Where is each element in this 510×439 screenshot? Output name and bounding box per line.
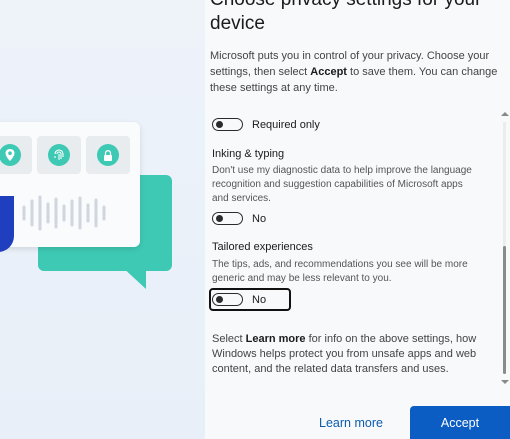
tailored-experiences-toggle[interactable] xyxy=(212,293,243,306)
location-pin-icon xyxy=(0,144,21,166)
scroll-up-arrow-icon[interactable] xyxy=(501,112,509,116)
inking-typing-toggle[interactable] xyxy=(212,212,243,225)
toggle-knob xyxy=(216,295,223,303)
location-tile xyxy=(0,136,32,174)
chat-bubble-tail xyxy=(120,265,146,289)
tailored-experiences-heading: Tailored experiences xyxy=(212,241,313,253)
fingerprint-tile xyxy=(37,136,81,174)
scroll-thumb[interactable] xyxy=(503,246,506,374)
page-title: Choose privacy settings for your device xyxy=(210,0,481,34)
note-text-learn-more: Learn more xyxy=(245,333,306,345)
toggle-knob xyxy=(216,120,223,128)
lock-icon xyxy=(97,144,119,166)
lock-tile xyxy=(86,136,130,174)
tailored-experiences-toggle-label: No xyxy=(252,294,267,306)
diagnostic-data-toggle-label: Required only xyxy=(252,119,320,131)
scrollbar[interactable] xyxy=(500,112,510,384)
toggle-knob xyxy=(216,214,223,222)
scroll-down-arrow-icon[interactable] xyxy=(501,380,509,384)
shield-icon xyxy=(0,196,14,252)
inking-typing-description: Don't use my diagnostic data to help imp… xyxy=(212,165,472,204)
diagnostic-data-toggle[interactable] xyxy=(212,118,243,131)
inking-typing-toggle-label: No xyxy=(252,213,267,225)
tailored-experiences-description: The tips, ads, and recommendations you s… xyxy=(212,259,468,284)
learn-more-note: Select Learn more for info on the above … xyxy=(212,332,492,377)
learn-more-button[interactable]: Learn more xyxy=(308,408,394,438)
fingerprint-icon xyxy=(48,144,70,166)
voice-waveform-icon xyxy=(22,195,106,231)
accept-button[interactable]: Accept xyxy=(410,406,510,439)
inking-typing-heading: Inking & typing xyxy=(212,148,285,160)
intro-text-accept: Accept xyxy=(310,66,347,78)
privacy-illustration xyxy=(0,0,205,439)
privacy-card xyxy=(0,122,140,247)
note-text-part: Select xyxy=(212,333,246,345)
intro-text: Microsoft puts you in control of your pr… xyxy=(210,48,498,96)
